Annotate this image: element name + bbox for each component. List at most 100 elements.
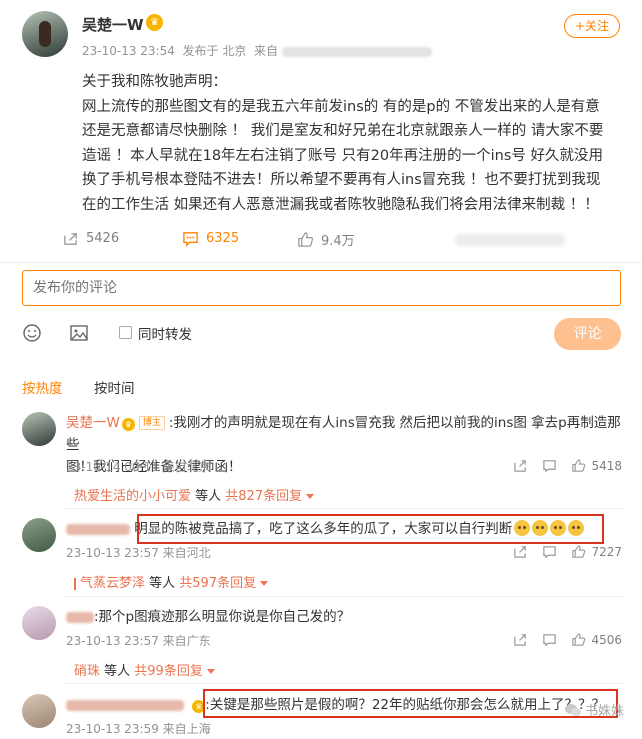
comment-separator	[66, 508, 622, 509]
share-icon[interactable]	[513, 544, 528, 559]
reply-bar	[74, 577, 76, 590]
post-line: 换了手机号根本登陆不进去！所以希望不要再有人ins冒充我 ！也不要打扰到我现	[82, 172, 601, 188]
post-source-blurred	[281, 46, 432, 57]
comment-text: 明显的陈被竞品搞了，吃了这么多年的瓜了，大家可以自行判断	[66, 518, 626, 540]
emoji-icon	[532, 520, 549, 536]
vip-crown-icon: ♛	[192, 700, 206, 713]
comment-text-line: :关键是那些照片是假的啊？22年的贴纸你那会怎么就用上了？？？	[205, 697, 606, 713]
thumbs-up-icon	[298, 232, 314, 247]
forward-checkbox[interactable]	[119, 326, 132, 339]
forward-checkbox-label[interactable]: 同时转发	[138, 323, 192, 343]
submit-comment-button[interactable]: 评论	[554, 318, 621, 350]
post-actions: 5426 6325 9.4万	[0, 226, 642, 254]
comment-time: 23-10-13 23:57 来自河北	[66, 546, 211, 560]
thumbs-up-icon	[572, 545, 586, 558]
vip-crown-icon: ♛	[146, 14, 163, 31]
share-icon[interactable]	[513, 458, 528, 473]
comment-text: :那个p图痕迹那么明显你说是你自己发的？	[66, 606, 626, 628]
reply-mid-text: 等人	[145, 576, 180, 591]
post-line: 关于我和陈牧驰声明：	[82, 74, 227, 90]
comment-actions: 5418	[513, 458, 622, 473]
commenter-name-blurred[interactable]	[66, 699, 184, 711]
thumbs-up-icon	[572, 459, 586, 472]
reply-user-name[interactable]: 热爱生活的小小可爱	[74, 489, 191, 504]
comment-input[interactable]	[22, 270, 621, 306]
like-action[interactable]: 9.4万	[297, 230, 355, 249]
post-line: 网上流传的那些图文有的是我五六年前发ins的 有的是p的 不管发出来的人是有意	[82, 98, 600, 115]
commenter-avatar[interactable]	[22, 606, 56, 640]
reply-user-name[interactable]: 硝珠	[74, 664, 100, 679]
sort-by-time-tab[interactable]: 按时间	[94, 377, 135, 397]
comment-count: 6325	[206, 231, 240, 246]
share-icon[interactable]	[513, 632, 528, 647]
post-location: 发布于 北京	[182, 44, 247, 58]
follow-button[interactable]: +关注	[564, 14, 620, 38]
post-source-prefix: 来自	[253, 44, 278, 58]
comment-like-button[interactable]: 5418	[571, 458, 622, 473]
forward-count: 5426	[86, 231, 120, 246]
comment-actions: 7227	[513, 544, 622, 559]
post-meta: 23-10-13 23:54 发布于 北京 来自	[82, 42, 432, 59]
forward-icon	[64, 233, 77, 245]
comment-action[interactable]: 6325	[182, 230, 239, 247]
thumbs-up-icon	[572, 633, 586, 646]
reply-count[interactable]: 共827条回复	[225, 489, 302, 504]
reply-summary[interactable]: 气蒸云梦泽 等人 共597条回复	[74, 572, 269, 591]
post-line: 造谣 ！本人早就在18年左右注销了账号 只有20年再注册的一个ins号 好久就没…	[82, 147, 603, 164]
expand-arrow-icon[interactable]	[306, 494, 315, 499]
wechat-logo-icon	[564, 703, 581, 716]
commenter-avatar[interactable]	[22, 518, 56, 552]
comment-text: ♛:关键是那些照片是假的啊？22年的贴纸你那会怎么就用上了？？？	[66, 694, 626, 716]
emoji-icon	[568, 520, 585, 536]
reply-icon[interactable]	[542, 544, 557, 559]
reply-user-name[interactable]: 气蒸云梦泽	[80, 576, 145, 591]
comment-like-button[interactable]: 7227	[571, 544, 622, 559]
comment-like-count: 5418	[591, 458, 622, 473]
emoji-icon[interactable]	[22, 323, 42, 343]
commenter-name-blurred[interactable]	[66, 523, 130, 535]
comment-time: 23-10-14 00:11 来自北京	[66, 460, 211, 474]
emoji-icon	[550, 520, 567, 536]
expand-arrow-icon[interactable]	[206, 669, 215, 674]
blurred-action-area	[455, 234, 565, 246]
watermark-text: 书姝姝	[584, 704, 624, 719]
watermark: 书姝姝	[564, 700, 624, 719]
reply-count[interactable]: 共99条回复	[134, 664, 203, 679]
vip-crown-icon: ♛	[121, 418, 135, 431]
comment-like-button[interactable]: 4506	[571, 632, 622, 647]
author-avatar[interactable]	[22, 11, 68, 57]
comment-time: 23-10-13 23:57 来自广东	[66, 634, 211, 648]
commenter-avatar[interactable]	[22, 412, 56, 446]
like-count: 9.4万	[321, 234, 355, 249]
comment-text-line: :那个p图痕迹那么明显你说是你自己发的？	[94, 609, 351, 625]
composer-toolbar: 同时转发	[22, 321, 621, 347]
reply-count[interactable]: 共597条回复	[179, 576, 256, 591]
reply-icon[interactable]	[542, 458, 557, 473]
image-icon[interactable]	[69, 323, 89, 343]
commenter-name[interactable]: 吴楚一W	[66, 415, 120, 431]
forward-action[interactable]: 5426	[62, 230, 119, 247]
comment-like-count: 7227	[591, 544, 622, 559]
reply-summary[interactable]: 热爱生活的小小可爱 等人 共827条回复	[74, 485, 315, 504]
post-timestamp[interactable]: 23-10-13 23:54	[82, 44, 175, 58]
comment-icon	[183, 232, 198, 247]
reply-summary[interactable]: 硝珠 等人 共99条回复	[74, 660, 215, 679]
post-line: 在的工作生活 如果还有人恶意泄漏我或者陈牧驰隐私我们将会用法律来制裁 ！！	[82, 196, 599, 213]
author-badge: 博主	[138, 416, 165, 430]
sort-by-hot-tab[interactable]: 按热度	[22, 377, 63, 397]
emoji-icon	[514, 520, 531, 536]
comment-actions: 4506	[513, 632, 622, 647]
post-line: 还是无意都请尽快删除 ！ 我们是室友和好兄弟在北京就跟亲人一样的 请大家不要	[82, 123, 604, 139]
comment-like-count: 4506	[591, 632, 622, 647]
post-content: 关于我和陈牧驰声明： 网上流传的那些图文有的是我五六年前发ins的 有的是p的 …	[82, 70, 627, 217]
comment-separator	[66, 596, 622, 597]
post-author-name[interactable]: 吴楚一W	[82, 14, 144, 35]
reply-icon[interactable]	[542, 632, 557, 647]
commenter-avatar[interactable]	[22, 694, 56, 728]
commenter-name-blurred[interactable]	[66, 611, 94, 623]
comment-time: 23-10-13 23:59 来自上海	[66, 722, 211, 736]
expand-arrow-icon[interactable]	[260, 581, 269, 586]
reply-mid-text: 等人	[100, 664, 135, 679]
comment-separator	[66, 683, 622, 684]
section-divider	[0, 262, 642, 263]
